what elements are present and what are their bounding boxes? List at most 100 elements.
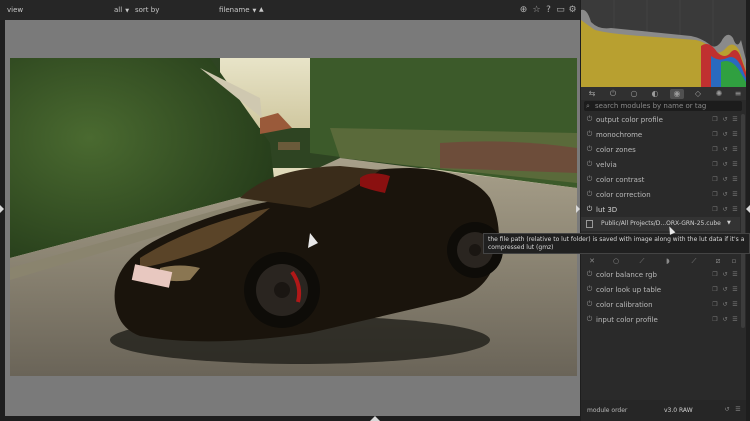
reset-icon[interactable]: ↺ <box>721 161 729 169</box>
presets-menu-icon[interactable]: ☰ <box>731 146 739 154</box>
module-color-contrast[interactable]: ⏻ color contrast ❐ ↺ ☰ <box>581 173 740 187</box>
presets-menu-icon[interactable]: ☰ <box>731 191 739 199</box>
module-color-correction[interactable]: ⏻ color correction ❐ ↺ ☰ <box>581 188 740 202</box>
multi-instance-icon[interactable]: ❐ <box>711 146 719 154</box>
globe-icon[interactable]: ⊕ <box>518 5 529 16</box>
reset-icon[interactable]: ↺ <box>721 206 729 214</box>
bottom-panel-collapse-arrow[interactable] <box>370 416 380 421</box>
presets-menu-icon[interactable]: ☰ <box>731 286 739 294</box>
module-output-color-profile[interactable]: ⏻ output color profile ❐ ↺ ☰ <box>581 113 740 127</box>
reset-icon[interactable]: ↺ <box>723 406 731 414</box>
lut-file-path: Public/All Projects/D...ORX-GRN-25.cube <box>601 220 721 227</box>
module-search-box[interactable]: ⌕ <box>584 101 742 111</box>
multi-instance-icon[interactable]: ❐ <box>711 176 719 184</box>
power-icon[interactable]: ⏻ <box>606 89 620 99</box>
sort-dropdown[interactable]: filename ▼ <box>219 6 256 14</box>
module-list-scrollbar[interactable] <box>741 114 745 328</box>
module-power-icon[interactable]: ⏻ <box>585 130 594 139</box>
module-power-icon[interactable]: ⏻ <box>585 285 594 294</box>
module-search-input[interactable] <box>595 101 739 111</box>
color-icon[interactable]: ◉ <box>670 89 684 99</box>
multi-instance-icon[interactable]: ❐ <box>711 161 719 169</box>
presets-menu-icon[interactable]: ☰ <box>731 271 739 279</box>
module-color-look-up-table[interactable]: ⏻ color look up table ❐ ↺ ☰ <box>581 283 740 297</box>
presets-menu-icon[interactable]: ☰ <box>731 206 739 214</box>
presets-icon[interactable]: ≡ <box>731 89 745 99</box>
effect-icon[interactable]: ✺ <box>712 89 726 99</box>
multi-instance-icon[interactable]: ❐ <box>711 301 719 309</box>
reset-icon[interactable]: ↺ <box>721 286 729 294</box>
module-power-icon[interactable]: ⏻ <box>585 175 594 184</box>
filter-dropdown[interactable]: all ▼ <box>114 6 129 14</box>
module-power-icon[interactable]: ⏻ <box>585 300 594 309</box>
module-order-version[interactable]: v3.0 RAW <box>664 407 693 414</box>
reset-icon[interactable]: ↺ <box>721 146 729 154</box>
module-power-icon[interactable]: ⏻ <box>585 315 594 324</box>
module-lut-3d[interactable]: ⏻ lut 3D ❐ ↺ ☰ <box>581 203 740 217</box>
tone-icon[interactable]: ◐ <box>648 89 662 99</box>
module-color-balance-rgb[interactable]: ⏻ color balance rgb ❐ ↺ ☰ <box>581 268 740 282</box>
circle-icon[interactable]: ○ <box>611 257 621 266</box>
presets-menu-icon[interactable]: ☰ <box>731 176 739 184</box>
right-panel-collapse-arrow[interactable] <box>746 205 750 213</box>
presets-menu-icon[interactable]: ☰ <box>731 316 739 324</box>
image-preview[interactable] <box>10 58 577 376</box>
sort-direction-toggle[interactable]: ▲ <box>259 6 264 13</box>
reset-icon[interactable]: ↺ <box>721 316 729 324</box>
module-power-icon[interactable]: ⏻ <box>585 115 594 124</box>
module-label: lut 3D <box>596 206 618 214</box>
star-icon[interactable]: ☆ <box>531 5 542 16</box>
combined-mask-icon[interactable]: ⧄ <box>713 257 723 266</box>
correct-icon[interactable]: ◇ <box>691 89 705 99</box>
help-icon[interactable]: ? <box>543 5 554 16</box>
lut-file-selector[interactable]: Public/All Projects/D...ORX-GRN-25.cube … <box>581 217 740 231</box>
brush-icon[interactable]: ⟋ <box>637 257 647 266</box>
reset-icon[interactable]: ↺ <box>721 301 729 309</box>
left-panel-collapse-arrow[interactable] <box>0 205 4 213</box>
module-power-icon[interactable]: ⏻ <box>585 205 594 214</box>
presets-menu-icon[interactable]: ☰ <box>731 301 739 309</box>
multi-instance-icon[interactable]: ❐ <box>711 316 719 324</box>
multi-instance-icon[interactable]: ❐ <box>711 116 719 124</box>
base-icon[interactable]: ○ <box>627 89 641 99</box>
reset-icon[interactable]: ↺ <box>721 176 729 184</box>
module-monochrome[interactable]: ⏻ monochrome ❐ ↺ ☰ <box>581 128 740 142</box>
module-label: velvia <box>596 161 617 169</box>
module-label: monochrome <box>596 131 643 139</box>
reset-icon[interactable]: ↺ <box>721 191 729 199</box>
presets-menu-icon[interactable]: ☰ <box>731 161 739 169</box>
reset-icon[interactable]: ↺ <box>721 271 729 279</box>
center-panel-arrow[interactable] <box>576 205 580 213</box>
gear-icon[interactable]: ⚙ <box>567 5 578 16</box>
raster-mask-icon[interactable]: ▫ <box>729 257 739 266</box>
photo-canvas <box>10 58 577 376</box>
histogram[interactable] <box>581 0 746 87</box>
file-icon[interactable] <box>586 220 593 228</box>
drawn-mask-icon[interactable]: ◗ <box>663 257 673 266</box>
multi-instance-icon[interactable]: ❐ <box>711 271 719 279</box>
module-color-zones[interactable]: ⏻ color zones ❐ ↺ ☰ <box>581 143 740 157</box>
chevron-down-icon[interactable]: ▼ <box>727 220 731 226</box>
module-power-icon[interactable]: ⏻ <box>585 270 594 279</box>
parametric-mask-icon[interactable]: ⟋ <box>689 257 699 266</box>
module-power-icon[interactable]: ⏻ <box>585 160 594 169</box>
module-power-icon[interactable]: ⏻ <box>585 190 594 199</box>
presets-menu-icon[interactable]: ☰ <box>731 131 739 139</box>
quick-access-icon[interactable]: ⇆ <box>585 89 599 99</box>
multi-instance-icon[interactable]: ❐ <box>711 286 719 294</box>
multi-instance-icon[interactable]: ❐ <box>711 206 719 214</box>
preferences-icon[interactable]: ▭ <box>555 5 566 16</box>
module-power-icon[interactable]: ⏻ <box>585 145 594 154</box>
module-input-color-profile[interactable]: ⏻ input color profile ❐ ↺ ☰ <box>581 313 740 327</box>
multi-instance-icon[interactable]: ❐ <box>711 191 719 199</box>
module-label: color look up table <box>596 286 662 294</box>
module-color-calibration[interactable]: ⏻ color calibration ❐ ↺ ☰ <box>581 298 740 312</box>
presets-menu-icon[interactable]: ☰ <box>734 406 742 414</box>
presets-menu-icon[interactable]: ☰ <box>731 116 739 124</box>
reset-icon[interactable]: ↺ <box>721 116 729 124</box>
multi-instance-icon[interactable]: ❐ <box>711 131 719 139</box>
module-label: color contrast <box>596 176 645 184</box>
reset-icon[interactable]: ↺ <box>721 131 729 139</box>
module-velvia[interactable]: ⏻ velvia ❐ ↺ ☰ <box>581 158 740 172</box>
close-icon[interactable]: ✕ <box>587 257 597 266</box>
